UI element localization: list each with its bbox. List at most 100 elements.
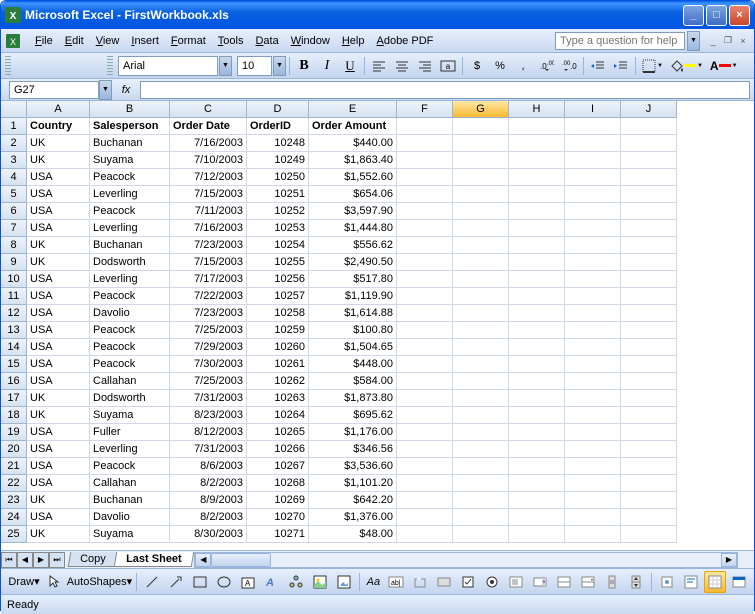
cell[interactable]: Peacock	[90, 169, 170, 186]
menu-view[interactable]: View	[90, 33, 126, 49]
cell[interactable]	[453, 220, 509, 237]
cell[interactable]	[509, 305, 565, 322]
toolbar-grip[interactable]	[107, 56, 113, 76]
cell[interactable]	[621, 135, 677, 152]
cell[interactable]: UK	[27, 526, 90, 543]
cell[interactable]	[453, 186, 509, 203]
cell[interactable]	[397, 356, 453, 373]
cell[interactable]: Leverling	[90, 186, 170, 203]
row-header[interactable]: 24	[1, 509, 27, 526]
diagram-button[interactable]	[285, 571, 307, 593]
cell[interactable]	[509, 475, 565, 492]
row-header[interactable]: 15	[1, 356, 27, 373]
horizontal-scrollbar[interactable]: ◀ ▶	[194, 552, 738, 568]
menu-tools[interactable]: Tools	[212, 33, 250, 49]
cell[interactable]	[565, 118, 621, 135]
cell[interactable]	[453, 288, 509, 305]
cell[interactable]	[453, 526, 509, 543]
cell[interactable]	[565, 458, 621, 475]
sheet-tab-copy[interactable]: Copy	[68, 552, 118, 567]
font-size-dropdown-icon[interactable]: ▼	[273, 56, 286, 76]
cell[interactable]: 10255	[247, 254, 309, 271]
comma-style-button[interactable]: ,	[512, 55, 534, 77]
cell[interactable]: UK	[27, 492, 90, 509]
cell[interactable]	[509, 169, 565, 186]
cell[interactable]: 10260	[247, 339, 309, 356]
row-header[interactable]: 7	[1, 220, 27, 237]
cell[interactable]: $48.00	[309, 526, 397, 543]
row-header[interactable]: 10	[1, 271, 27, 288]
form-label-button[interactable]: ab|	[385, 571, 407, 593]
font-color-button[interactable]: A▼	[707, 55, 741, 77]
cell[interactable]: USA	[27, 288, 90, 305]
cell[interactable]	[509, 288, 565, 305]
cell[interactable]: Suyama	[90, 526, 170, 543]
cell[interactable]: $584.00	[309, 373, 397, 390]
cell[interactable]	[397, 339, 453, 356]
menu-edit[interactable]: Edit	[59, 33, 90, 49]
cell[interactable]: Buchanan	[90, 135, 170, 152]
help-search-input[interactable]	[555, 32, 685, 50]
cell[interactable]	[397, 305, 453, 322]
increase-indent-button[interactable]	[610, 55, 632, 77]
cell[interactable]: USA	[27, 271, 90, 288]
cell[interactable]	[621, 475, 677, 492]
column-header-I[interactable]: I	[565, 101, 621, 118]
row-header[interactable]: 6	[1, 203, 27, 220]
cell[interactable]	[509, 339, 565, 356]
tab-nav-next-icon[interactable]: ▶	[33, 552, 49, 568]
name-box-dropdown-icon[interactable]: ▼	[99, 80, 112, 100]
cell[interactable]: 8/23/2003	[170, 407, 247, 424]
select-all-corner[interactable]	[1, 101, 27, 118]
cell[interactable]: Davolio	[90, 305, 170, 322]
form-combobox-button[interactable]	[529, 571, 551, 593]
oval-tool-button[interactable]	[213, 571, 235, 593]
cell[interactable]	[509, 424, 565, 441]
cell[interactable]: $1,119.90	[309, 288, 397, 305]
menu-window[interactable]: Window	[285, 33, 336, 49]
row-header[interactable]: 5	[1, 186, 27, 203]
cell[interactable]: 10259	[247, 322, 309, 339]
cell[interactable]	[397, 220, 453, 237]
cell[interactable]	[565, 305, 621, 322]
draw-menu-button[interactable]: Draw ▾	[7, 571, 41, 593]
cell[interactable]: 10253	[247, 220, 309, 237]
cell[interactable]	[621, 407, 677, 424]
cell[interactable]	[397, 424, 453, 441]
cell[interactable]	[565, 288, 621, 305]
cell[interactable]	[621, 424, 677, 441]
cell[interactable]: $1,376.00	[309, 509, 397, 526]
menu-help[interactable]: Help	[336, 33, 371, 49]
cell[interactable]	[509, 220, 565, 237]
row-header[interactable]: 8	[1, 237, 27, 254]
cell[interactable]: 7/31/2003	[170, 390, 247, 407]
cell[interactable]: 10261	[247, 356, 309, 373]
cell[interactable]: $1,504.65	[309, 339, 397, 356]
cell[interactable]	[565, 339, 621, 356]
column-header-A[interactable]: A	[27, 101, 90, 118]
cell[interactable]: $346.56	[309, 441, 397, 458]
cell[interactable]	[453, 475, 509, 492]
cell[interactable]	[621, 169, 677, 186]
cell[interactable]: 10252	[247, 203, 309, 220]
menu-format[interactable]: Format	[165, 33, 212, 49]
row-header[interactable]: 11	[1, 288, 27, 305]
form-scrollbar-button[interactable]	[601, 571, 623, 593]
cell[interactable]	[565, 220, 621, 237]
cell[interactable]: 7/25/2003	[170, 322, 247, 339]
cell[interactable]	[397, 390, 453, 407]
cell[interactable]: Fuller	[90, 424, 170, 441]
cell[interactable]: $2,490.50	[309, 254, 397, 271]
row-header[interactable]: 22	[1, 475, 27, 492]
cell[interactable]	[397, 475, 453, 492]
workbook-close-button[interactable]: ×	[736, 34, 750, 48]
borders-button[interactable]: ▼	[639, 55, 666, 77]
cell[interactable]: 10249	[247, 152, 309, 169]
scroll-left-icon[interactable]: ◀	[195, 553, 211, 567]
control-properties-button[interactable]	[656, 571, 678, 593]
cell[interactable]	[565, 135, 621, 152]
cell[interactable]	[621, 390, 677, 407]
cell[interactable]	[621, 492, 677, 509]
form-button-button[interactable]	[433, 571, 455, 593]
tab-nav-last-icon[interactable]: ⏭	[49, 552, 65, 568]
